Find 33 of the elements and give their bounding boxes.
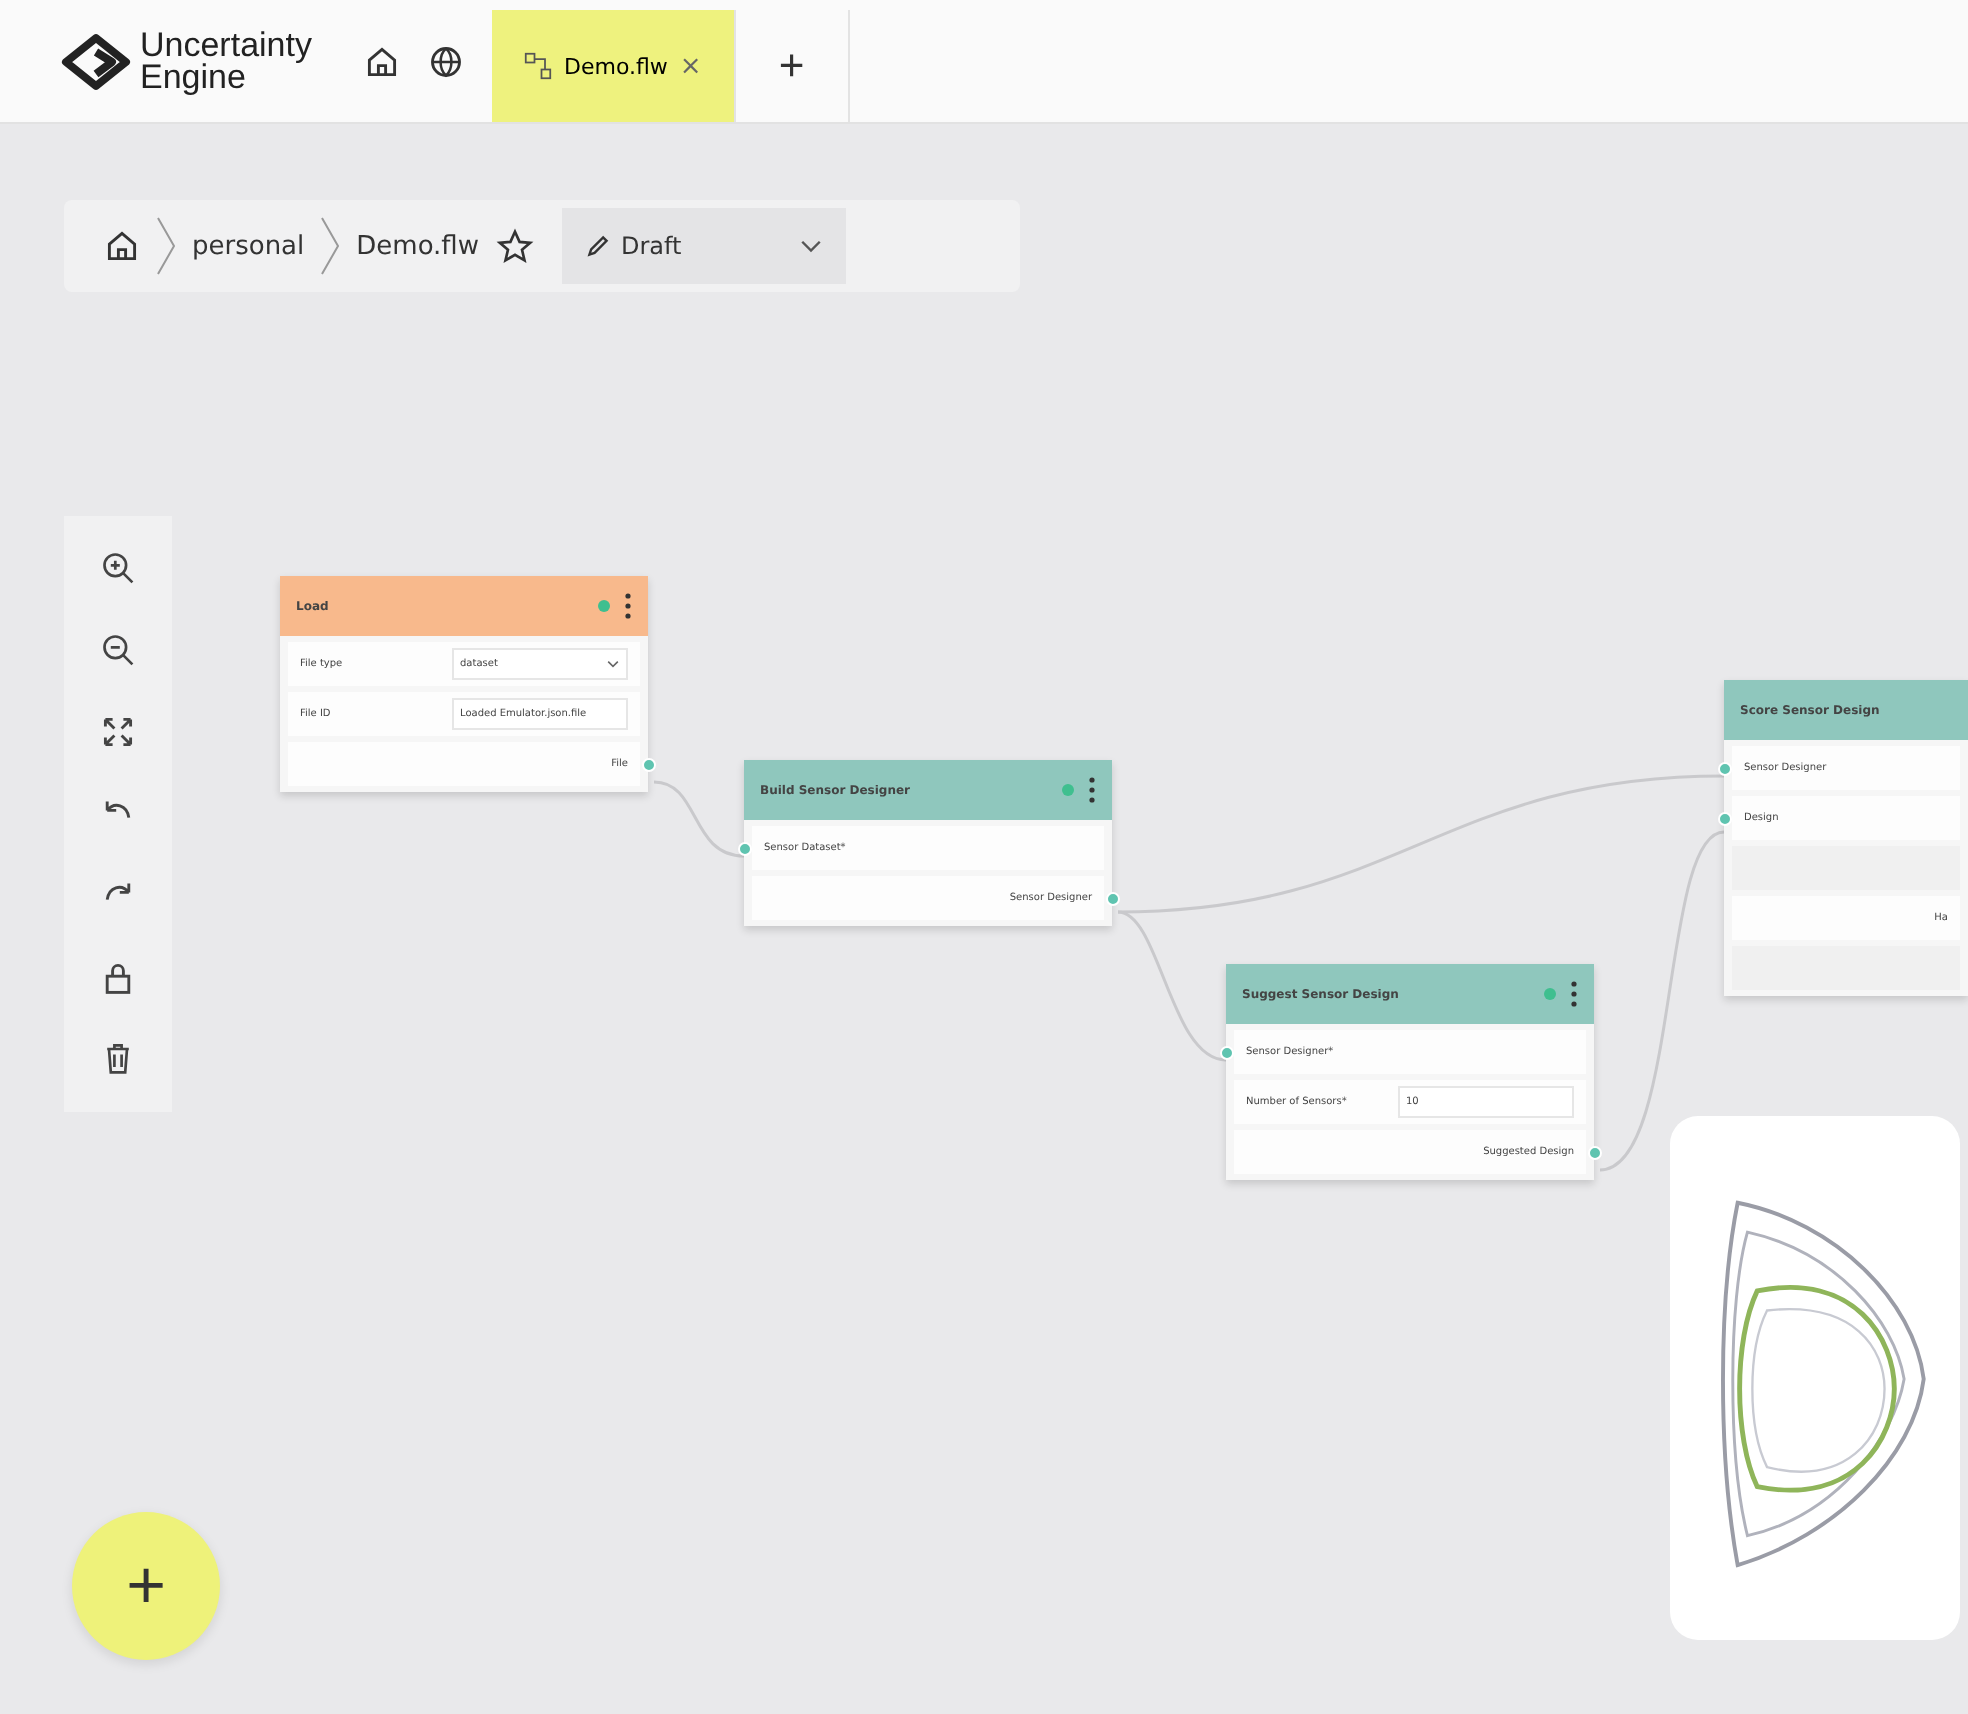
globe-icon[interactable] — [427, 43, 464, 79]
status-dropdown[interactable]: Draft — [561, 208, 845, 284]
tab-label: Demo.flw — [563, 53, 668, 79]
flow-icon — [523, 52, 552, 80]
chevron-icon — [320, 216, 341, 276]
logo-icon — [56, 31, 136, 91]
close-button[interactable]: × — [679, 51, 702, 81]
breadcrumb-link[interactable]: Demo.flw — [356, 231, 479, 261]
zoom-out-icon[interactable] — [100, 632, 136, 669]
status-dot-icon — [1062, 784, 1074, 796]
add-button[interactable]: + — [72, 1512, 220, 1660]
logo-text: Engine — [140, 61, 246, 93]
zoom-in-icon[interactable] — [100, 550, 136, 587]
kebab-menu-icon[interactable] — [624, 592, 632, 620]
kebab-menu-icon[interactable] — [1570, 980, 1578, 1008]
chevron-down-icon — [799, 239, 821, 253]
home-icon[interactable] — [363, 43, 400, 79]
status-dot-icon — [1544, 988, 1556, 1000]
chevron-down-icon — [606, 660, 620, 668]
connection-line — [653, 780, 745, 858]
new-tab-button[interactable]: + — [733, 10, 850, 122]
status-dot-icon — [598, 600, 610, 612]
star-icon[interactable] — [495, 227, 533, 265]
logo-text: Uncertainty — [140, 29, 312, 61]
file-tab[interactable]: Demo.flw × — [491, 10, 734, 122]
lock-icon[interactable] — [100, 959, 136, 996]
chevron-icon — [156, 216, 176, 276]
kebab-menu-icon[interactable] — [1088, 776, 1096, 804]
fit-view-icon[interactable] — [100, 714, 136, 751]
status-label: Draft — [621, 232, 682, 260]
home-icon[interactable] — [104, 228, 140, 264]
breadcrumb-link[interactable]: personal — [192, 231, 305, 261]
pencil-icon — [585, 234, 609, 258]
